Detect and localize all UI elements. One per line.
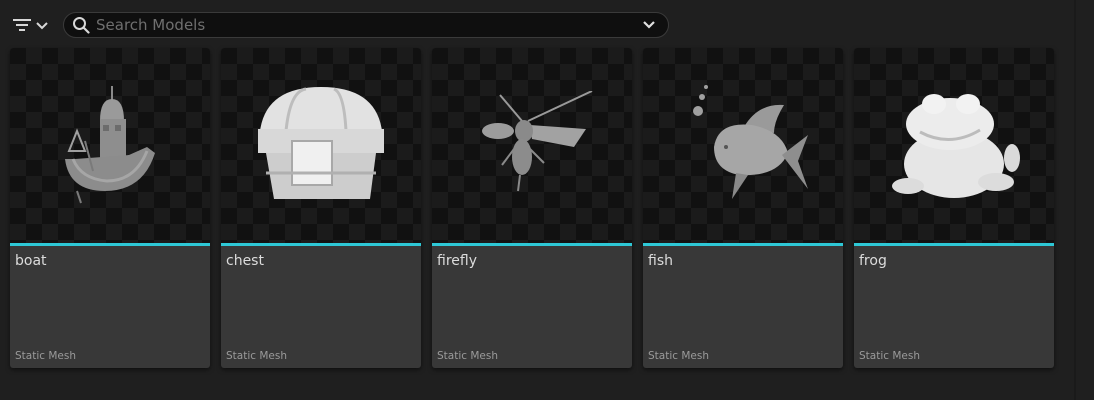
asset-name: boat xyxy=(15,253,47,269)
asset-type: Static Mesh xyxy=(226,350,288,362)
asset-tile[interactable]: boat Static Mesh xyxy=(10,48,210,368)
content-browser: boat Static Mesh chest Static Mesh xyxy=(0,0,1094,400)
search-icon xyxy=(72,16,90,34)
fish-model-icon xyxy=(693,84,808,199)
asset-name: firefly xyxy=(437,253,477,269)
asset-thumbnail xyxy=(643,48,843,243)
asset-tile[interactable]: frog Static Mesh xyxy=(854,48,1054,368)
filter-icon xyxy=(12,17,32,33)
asset-type-color-bar xyxy=(10,243,210,246)
asset-type: Static Mesh xyxy=(437,350,499,362)
asset-thumbnail xyxy=(10,48,210,243)
asset-tile[interactable]: firefly Static Mesh xyxy=(432,48,632,368)
asset-type-color-bar xyxy=(643,243,843,246)
chevron-down-icon xyxy=(36,20,48,30)
asset-tile[interactable]: fish Static Mesh xyxy=(643,48,843,368)
asset-grid: boat Static Mesh chest Static Mesh firef… xyxy=(10,48,1054,368)
asset-type-color-bar xyxy=(221,243,421,246)
asset-type: Static Mesh xyxy=(648,350,710,362)
filter-button[interactable] xyxy=(12,12,54,38)
toolbar xyxy=(0,0,1094,48)
asset-type: Static Mesh xyxy=(859,350,921,362)
asset-thumbnail xyxy=(854,48,1054,243)
search-options-dropdown[interactable] xyxy=(636,14,662,36)
asset-type-color-bar xyxy=(854,243,1054,246)
asset-type: Static Mesh xyxy=(15,350,77,362)
asset-name: frog xyxy=(859,253,887,269)
asset-name: fish xyxy=(648,253,673,269)
asset-thumbnail xyxy=(432,48,632,243)
asset-tile[interactable]: chest Static Mesh xyxy=(221,48,421,368)
asset-thumbnail xyxy=(221,48,421,243)
boat-model-icon xyxy=(65,85,155,203)
chest-model-icon xyxy=(258,86,384,199)
frog-model-icon xyxy=(892,93,1020,198)
search-bar xyxy=(63,12,669,38)
asset-name: chest xyxy=(226,253,264,269)
search-input[interactable] xyxy=(96,14,636,36)
firefly-model-icon xyxy=(482,90,593,191)
vertical-scrollbar[interactable] xyxy=(1074,0,1076,400)
asset-type-color-bar xyxy=(432,243,632,246)
chevron-down-icon xyxy=(643,21,655,29)
